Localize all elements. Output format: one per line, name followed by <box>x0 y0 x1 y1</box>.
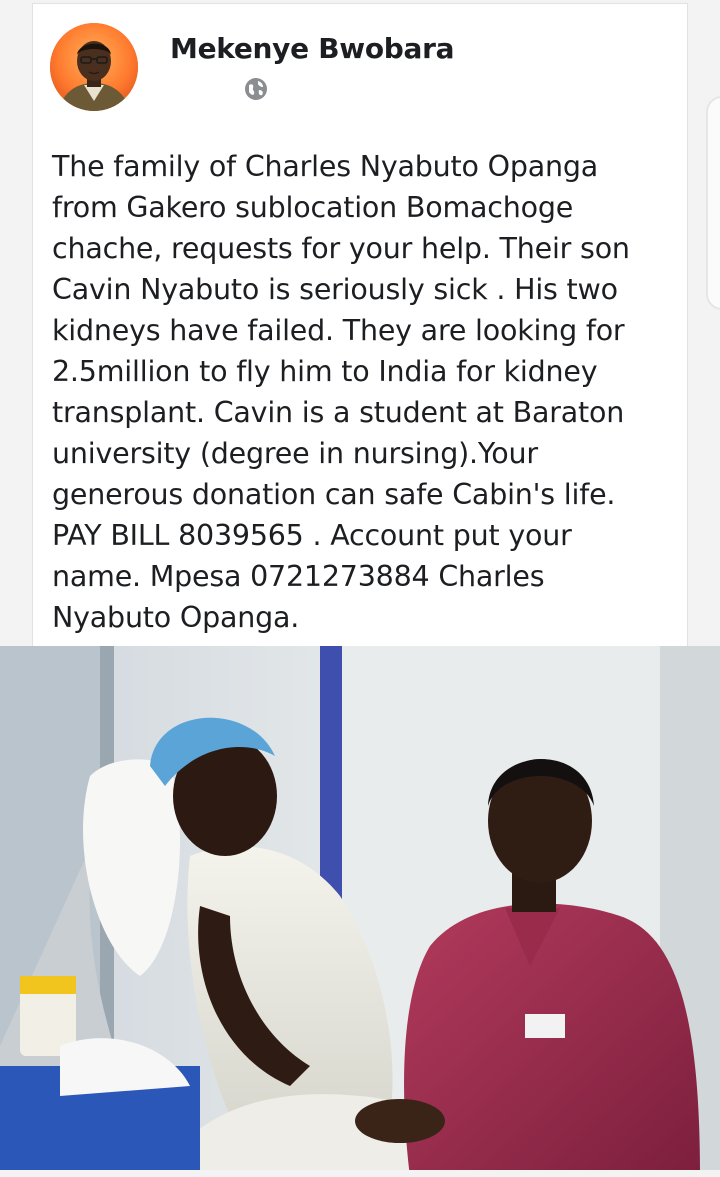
author-name[interactable]: Mekenye Bwobara <box>170 32 455 65</box>
hospital-scene-image <box>0 646 720 1177</box>
post-text: The family of Charles Nyabuto Opanga fro… <box>52 150 630 634</box>
adjacent-card-edge[interactable] <box>706 96 720 310</box>
avatar[interactable] <box>50 23 138 111</box>
post-photo[interactable] <box>0 646 720 1177</box>
avatar-image <box>50 23 138 111</box>
globe-icon <box>243 76 269 102</box>
bottom-strip <box>0 1170 720 1177</box>
screen: Mekenye Bwobara The family of Charles Ny… <box>0 0 720 1177</box>
post-card: Mekenye Bwobara The family of Charles Ny… <box>32 3 688 655</box>
